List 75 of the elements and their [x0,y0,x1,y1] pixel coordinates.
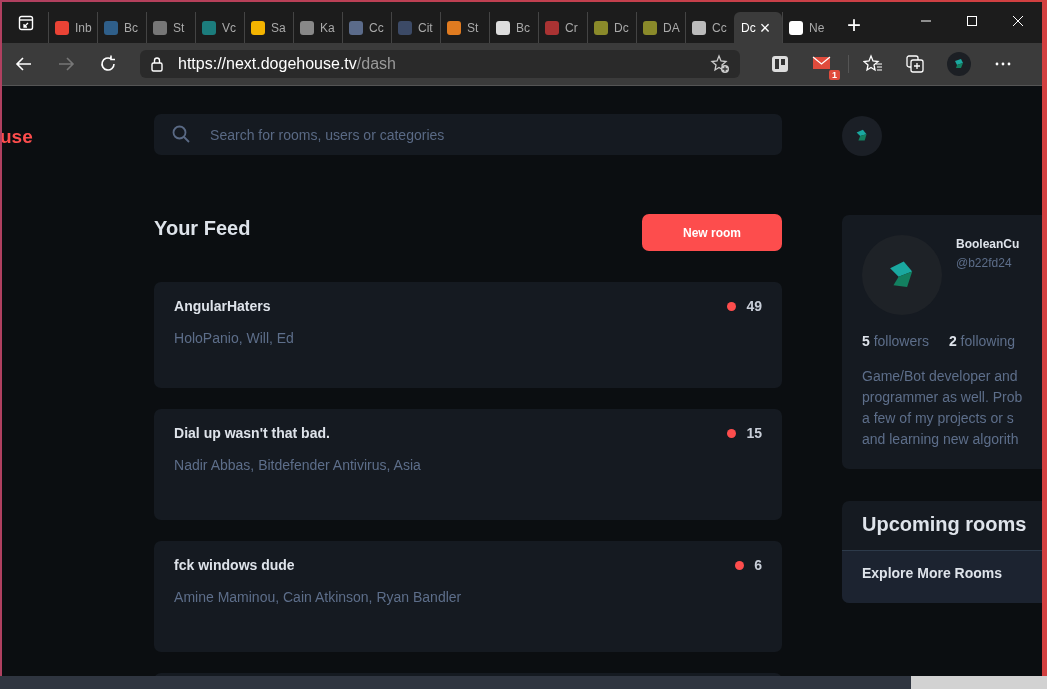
room-title: AngularHaters [174,298,271,314]
favicon-icon [788,19,804,36]
favicon-icon [495,19,511,36]
favorites-icon[interactable] [863,54,883,74]
profile-bio: Game/Bot developer and [862,367,1019,386]
tab-title: St [467,20,479,35]
maximize-icon[interactable] [966,15,978,27]
notification-badge: 1 [829,70,840,80]
listener-count: 15 [746,425,762,441]
tab-title: Dc [614,20,629,35]
live-dot-icon [727,428,737,438]
tab-title: Cr [565,20,578,35]
room-title: fck windows dude [174,557,295,573]
live-dot-icon [735,560,745,570]
explore-rooms-link[interactable]: Explore More Rooms [842,551,1042,603]
tab-title: DA [663,20,680,35]
listener-count: 6 [754,557,762,573]
tab-title: St [173,20,185,35]
favicon-icon [544,19,560,36]
tab-title: Cc [369,20,384,35]
room-card[interactable]: Dial up wasn't that bad. 15 Nadir Abbas, Bitdefender Antivirus, Asia [154,409,782,520]
tab-actions-icon[interactable] [18,15,34,31]
followers-count[interactable]: 5 followers [862,333,929,349]
favicon-icon [446,19,462,36]
profile-bio: and learning new algorith [862,430,1020,449]
favicon-icon [201,19,217,36]
close-icon[interactable] [1012,15,1024,27]
add-favorite-icon[interactable] [710,54,730,74]
refresh-icon[interactable] [98,54,118,74]
close-tab-button[interactable]: × [759,18,771,37]
tab-title: Ka [320,20,335,35]
room-card[interactable]: fck windows dude 6 Amine Maminou, Cain Atkinson, Ryan Bandler [154,541,782,652]
favicon-icon [642,19,658,36]
room-members: HoloPanio, Will, Ed [174,330,295,346]
favicon-icon [593,19,609,36]
room-title: Dial up wasn't that bad. [174,425,330,441]
profile-handle: @b22fd24 [956,256,1013,270]
user-avatar-button[interactable] [842,116,882,156]
tab-title: Cit [418,20,433,35]
tab-title: Dc [741,20,756,35]
live-dot-icon [727,301,737,311]
collections-icon[interactable] [905,54,925,74]
favicon-icon [691,19,707,36]
room-members: Nadir Abbas, Bitdefender Antivirus, Asia [174,457,422,473]
following-count[interactable]: 2 following [948,333,1016,349]
tab-title: Sa [271,20,286,35]
favicon-icon [103,19,119,36]
profile-bio: programmer as well. Prob [862,388,1022,407]
tab-title: Cc [712,20,727,35]
tab-title: Ne [809,20,825,35]
new-tab-button[interactable]: + [847,11,861,39]
favicon-icon [348,19,364,36]
favicon-icon [250,19,266,36]
favicon-icon [299,19,315,36]
room-members: Amine Maminou, Cain Atkinson, Ryan Bandler [174,589,463,605]
tab-title: Inb [75,20,92,35]
lock-icon [150,56,164,72]
address-bar[interactable]: https://next.dogehouse.tv/dash [140,50,740,78]
tab-title: Bc [124,20,138,35]
logo-text[interactable]: use [2,126,33,147]
listener-count: 49 [746,298,762,314]
favicon-icon [152,19,168,36]
room-card[interactable]: AngularHaters 49 HoloPanio, Will, Ed [154,282,782,388]
feed-title: Your Feed [154,217,251,240]
url-text: https://next.dogehouse.tv/dash [178,55,396,73]
favicon-icon [54,19,70,36]
tab-title: Bc [516,20,530,35]
favicon-icon [397,19,413,36]
profile-avatar-icon[interactable] [947,52,971,76]
tab-title: Vc [222,20,236,35]
profile-bio: a few of my projects or s [862,409,1015,428]
profile-name: BooleanCu [956,237,1020,251]
browser-tab[interactable]: Dc × [734,12,782,43]
search-icon [171,124,192,144]
search-field[interactable]: Search for rooms, users or categories [154,114,782,155]
